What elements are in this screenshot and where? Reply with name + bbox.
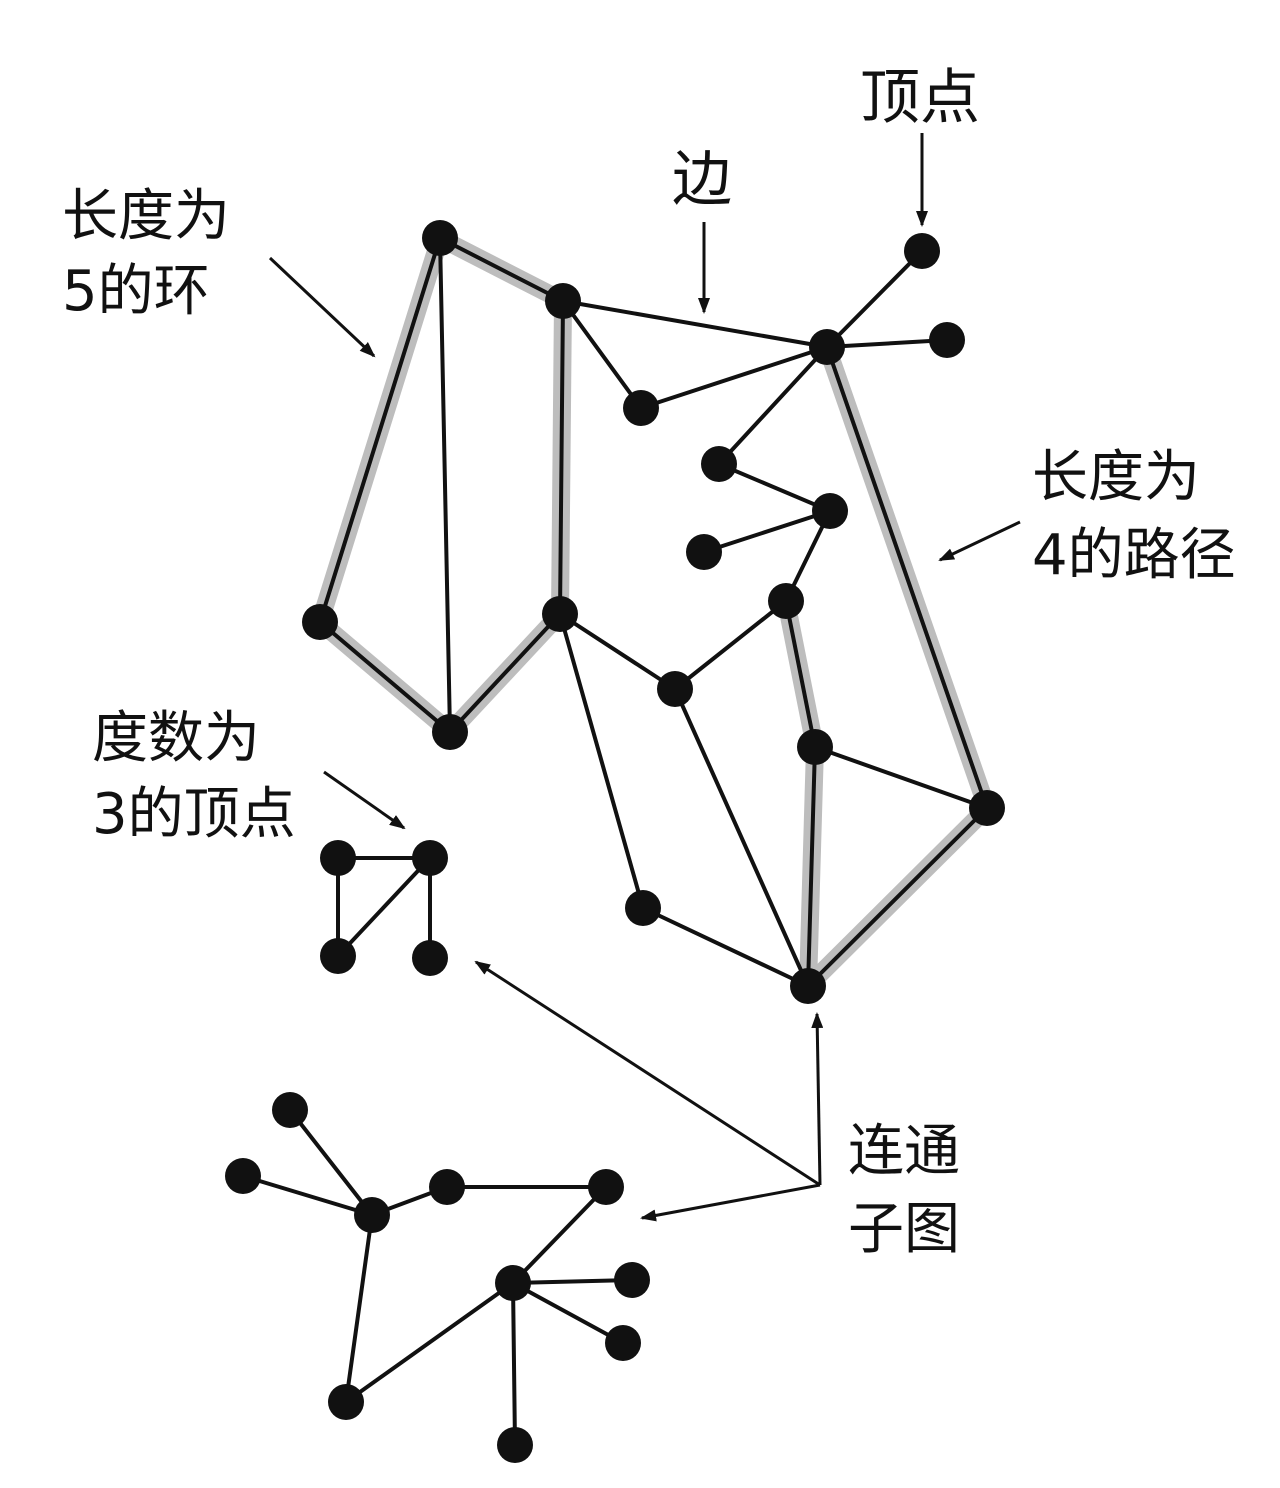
edge (344, 1213, 374, 1404)
path-label-line1: 长度为 (1032, 445, 1200, 510)
edge-label: 边 (672, 145, 732, 215)
vertex (412, 940, 448, 976)
vertex (432, 714, 468, 750)
degree-label-line1: 度数为 (92, 706, 260, 771)
edge (806, 806, 989, 988)
vertex (657, 671, 693, 707)
path-arrow (938, 520, 1021, 562)
edge (241, 1174, 374, 1217)
edge (318, 620, 452, 734)
vertex (809, 329, 845, 365)
edges (241, 236, 989, 1447)
vertex (969, 790, 1005, 826)
graph-terminology-diagram: 顶点 边 长度为 5的环 长度为 4的路径 度数为 3的顶点 连通 子图 (0, 0, 1280, 1488)
cycle-label-line2: 5的环 (62, 259, 210, 324)
vertex (412, 840, 448, 876)
vertex (542, 596, 578, 632)
edge (673, 687, 810, 988)
vertex (429, 1169, 465, 1205)
vertex (623, 390, 659, 426)
vertex (790, 968, 826, 1004)
path-label-line2: 4的路径 (1032, 523, 1236, 588)
labels: 顶点 边 长度为 5的环 长度为 4的路径 度数为 3的顶点 连通 子图 (62, 63, 1236, 1262)
edge (825, 338, 949, 349)
edge (511, 1281, 625, 1345)
cycle-label-line1: 长度为 (62, 184, 230, 249)
vertex (768, 583, 804, 619)
edge (825, 345, 989, 810)
vertex (422, 220, 458, 256)
vertex (328, 1384, 364, 1420)
edge (511, 1185, 608, 1285)
degree-label-line2: 3的顶点 (92, 782, 296, 847)
subgraph-label-line1: 连通 (848, 1119, 960, 1184)
edge (717, 462, 832, 513)
vertex (497, 1427, 533, 1463)
edge (561, 299, 643, 410)
edge (825, 249, 924, 349)
vertex (605, 1325, 641, 1361)
subgraph-arrow-bottom (640, 1183, 821, 1222)
edge (438, 236, 565, 303)
edge (641, 906, 810, 988)
vertex (625, 890, 661, 926)
vertex (545, 283, 581, 319)
vertex (225, 1158, 261, 1194)
subgraph-arrow-top (811, 1012, 824, 1186)
vertex (320, 840, 356, 876)
vertex (272, 1092, 308, 1128)
vertices (225, 220, 1005, 1463)
edge (784, 599, 817, 749)
vertex (929, 322, 965, 358)
vertex (588, 1169, 624, 1205)
edge (438, 236, 452, 734)
edge (673, 599, 788, 691)
vertex (495, 1265, 531, 1301)
subgraph-arrow-middle (474, 960, 821, 1187)
vertex (904, 233, 940, 269)
degree-arrow (323, 770, 406, 830)
subgraph-label-line2: 子图 (848, 1197, 960, 1262)
vertex (302, 604, 338, 640)
edge (561, 299, 829, 349)
vertex (354, 1197, 390, 1233)
vertex (320, 938, 356, 974)
edge (288, 1108, 374, 1217)
vertex-label: 顶点 (860, 63, 980, 133)
vertex (797, 729, 833, 765)
vertex (686, 534, 722, 570)
edge (318, 236, 442, 624)
edge (448, 612, 562, 734)
cycle-arrow (268, 256, 376, 358)
edge (344, 1281, 515, 1404)
vertex (812, 493, 848, 529)
edge (336, 856, 432, 958)
vertex (614, 1262, 650, 1298)
path-highlight (777, 338, 996, 995)
graph-canvas: 顶点 边 长度为 5的环 长度为 4的路径 度数为 3的顶点 连通 子图 (62, 63, 1236, 1463)
vertex (701, 446, 737, 482)
edge (511, 1281, 517, 1447)
